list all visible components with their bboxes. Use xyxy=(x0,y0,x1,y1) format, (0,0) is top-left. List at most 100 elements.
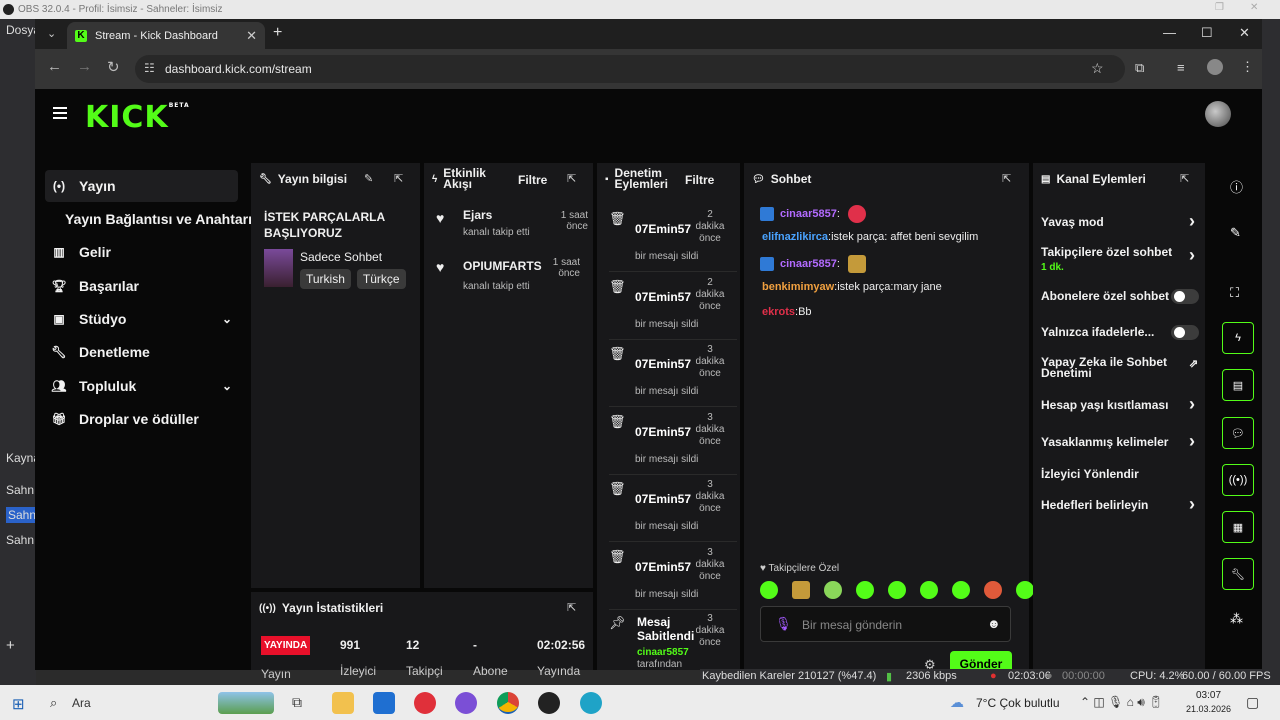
subs-only-row[interactable]: Abonelere özel sohbet xyxy=(1041,289,1191,303)
obs-scene-item-selected[interactable]: Sahn xyxy=(6,507,39,523)
activity-filter-button[interactable]: Filtre xyxy=(518,173,547,187)
quick-action-broadcast-icon[interactable]: ((•)) xyxy=(1222,464,1254,496)
tag-chip[interactable]: Türkçe xyxy=(356,269,406,289)
emote-icon[interactable] xyxy=(1016,581,1034,599)
media-icon[interactable]: ≡ xyxy=(1177,60,1185,75)
tab-kick-dashboard[interactable]: K Stream - Kick Dashboard ✕ xyxy=(67,22,265,49)
sidebar-item-gelir[interactable]: ▥ Gelir xyxy=(45,236,238,268)
maximize-icon[interactable]: ☐ xyxy=(1201,25,1213,41)
sidebar-item-droplar[interactable]: 🎁︎ Droplar ve ödüller xyxy=(45,403,238,435)
emotes-only-row[interactable]: Yalnızca ifadelerle... xyxy=(1041,325,1191,339)
popout-icon[interactable]: ⇱ xyxy=(1180,172,1189,185)
new-tab-icon[interactable]: + xyxy=(273,24,282,42)
bookmark-star-icon[interactable]: ☆ xyxy=(1091,60,1104,77)
back-icon[interactable]: ← xyxy=(47,58,62,75)
obs-scene-item[interactable]: Sahn xyxy=(6,483,34,497)
media-player-icon[interactable] xyxy=(414,692,436,714)
popout-icon[interactable]: ⇱ xyxy=(567,172,576,185)
slow-mode-row[interactable]: Yavaş mod › xyxy=(1041,211,1195,231)
info-icon[interactable]: ⓘ xyxy=(1230,177,1243,196)
forward-icon[interactable]: → xyxy=(77,58,92,75)
tray-icons[interactable]: ⌃ ◫ 🎙︎ ⌂ 🔊︎ 🔋︎ xyxy=(1080,695,1163,710)
banned-words-row[interactable]: Yasaklanmış kelimeler › xyxy=(1041,431,1195,451)
reload-icon[interactable]: ↻ xyxy=(107,58,120,76)
sidebar-item-yayin[interactable]: (•) Yayın xyxy=(45,170,238,202)
obs-icon[interactable] xyxy=(538,692,560,714)
quick-action-bolt-icon[interactable]: ϟ xyxy=(1222,322,1254,354)
ai-moderation-row[interactable]: Yapay Zeka ile Sohbet Denetimi ⇗ xyxy=(1041,356,1198,379)
edit-icon[interactable]: ✎ xyxy=(1230,225,1241,241)
clock-time[interactable]: 03:07 xyxy=(1196,690,1221,701)
task-view-icon[interactable]: ⧉ xyxy=(292,694,302,711)
widget-image-icon[interactable] xyxy=(218,692,274,714)
emote-icon[interactable] xyxy=(952,581,970,599)
popout-icon[interactable]: ⇱ xyxy=(1002,172,1011,185)
sidebar-item-studyo[interactable]: ▣ Stüdyo ⌄ xyxy=(45,303,238,335)
community-icon: 👥︎ xyxy=(51,379,67,393)
emote-icon[interactable] xyxy=(760,581,778,599)
crop-icon[interactable]: ⛶ xyxy=(1230,285,1239,301)
url-field[interactable]: ☷ dashboard.kick.com/stream ☆ xyxy=(135,55,1125,83)
hamburger-menu-icon[interactable] xyxy=(53,107,67,122)
clock-date[interactable]: 21.03.2026 xyxy=(1186,704,1231,714)
quick-action-chat-icon[interactable]: 💬︎ xyxy=(1222,417,1254,449)
emote-icon[interactable] xyxy=(856,581,874,599)
user-avatar[interactable] xyxy=(1205,101,1231,127)
followers-only-row[interactable]: Takipçilere özel sohbet 1 dk. › xyxy=(1041,245,1195,273)
category-thumbnail[interactable] xyxy=(264,249,293,287)
goals-row[interactable]: Hedefleri belirleyin › xyxy=(1041,494,1195,514)
emote-icon[interactable] xyxy=(920,581,938,599)
tab-list-icon[interactable]: ⌄ xyxy=(47,27,56,40)
quick-action-layout-icon[interactable]: ▦ xyxy=(1222,511,1254,543)
site-info-icon[interactable]: ☷ xyxy=(144,61,155,75)
account-age-row[interactable]: Hesap yaşı kısıtlaması › xyxy=(1041,394,1195,414)
tab-close-icon[interactable]: ✕ xyxy=(246,28,257,44)
subs-only-toggle[interactable] xyxy=(1171,289,1199,304)
minimize-icon[interactable]: — xyxy=(1163,25,1176,40)
chrome-icon[interactable] xyxy=(497,692,519,714)
sidebar-item-stream-key[interactable]: Yayın Bağlantısı ve Anahtarı xyxy=(45,203,255,235)
emoji-picker-icon[interactable]: ☻ xyxy=(987,616,1001,631)
close-window-icon[interactable]: ✕ xyxy=(1239,25,1250,41)
obs-restore-icon[interactable]: ❐ xyxy=(1215,2,1224,13)
file-explorer-icon[interactable] xyxy=(332,692,354,714)
obs-right-panel xyxy=(1262,19,1280,685)
weather-text[interactable]: 7°C Çok bulutlu xyxy=(976,696,1060,710)
sidebar-item-denetleme[interactable]: 🔧︎ Denetleme xyxy=(45,336,238,368)
extensions-icon[interactable]: ⧉ xyxy=(1135,60,1144,76)
search-icon[interactable]: ⌕ xyxy=(50,695,57,711)
emote-icon[interactable] xyxy=(984,581,1002,599)
windows-start-icon[interactable]: ⊞ xyxy=(12,695,25,713)
obs-add-scene-button[interactable]: + xyxy=(6,637,15,654)
microphone-icon[interactable]: 🎙︎ xyxy=(775,616,792,632)
app-icon[interactable] xyxy=(455,692,477,714)
edge-icon[interactable] xyxy=(580,692,602,714)
sidebar-item-topluluk[interactable]: 👥︎ Topluluk ⌄ xyxy=(45,370,238,402)
emote-icon[interactable] xyxy=(792,581,810,599)
apps-icon[interactable]: ⁂ xyxy=(1230,611,1243,627)
obs-close-icon[interactable]: ✕ xyxy=(1250,2,1258,13)
emote-icon[interactable] xyxy=(824,581,842,599)
emotes-only-toggle[interactable] xyxy=(1171,325,1199,340)
category-name[interactable]: Sadece Sohbet xyxy=(300,250,382,264)
obs-scene-item[interactable]: Sahn xyxy=(6,533,34,547)
emote-icon xyxy=(847,205,866,223)
tag-chip[interactable]: Turkish xyxy=(300,269,351,289)
sidebar-item-basarilar[interactable]: 🏆︎ Başarılar xyxy=(45,270,238,302)
chat-input[interactable]: 🎙︎ Bir mesaj gönderin ☻ xyxy=(760,606,1011,642)
raid-row[interactable]: İzleyici Yönlendir xyxy=(1041,467,1191,481)
quick-action-notes-icon[interactable]: ▤ xyxy=(1222,369,1254,401)
taskbar-search[interactable]: Ara xyxy=(72,696,91,710)
profile-icon[interactable] xyxy=(1207,59,1223,75)
emote-icon[interactable] xyxy=(888,581,906,599)
popout-icon[interactable]: ⇱ xyxy=(394,172,403,185)
mod-filter-button[interactable]: Filtre xyxy=(685,173,714,187)
store-icon[interactable] xyxy=(373,692,395,714)
kick-logo[interactable]: KICKBETA xyxy=(85,100,190,135)
edit-pencil-icon[interactable]: ✎ xyxy=(364,172,373,185)
menu-kebab-icon[interactable]: ⋮ xyxy=(1241,59,1254,75)
mod-actions-header: ▪ Denetim Eylemleri xyxy=(605,166,668,191)
popout-icon[interactable]: ⇱ xyxy=(567,601,576,614)
quick-action-wrench-icon[interactable]: 🔧︎ xyxy=(1222,558,1254,590)
notifications-icon[interactable]: ▢ xyxy=(1246,694,1259,711)
